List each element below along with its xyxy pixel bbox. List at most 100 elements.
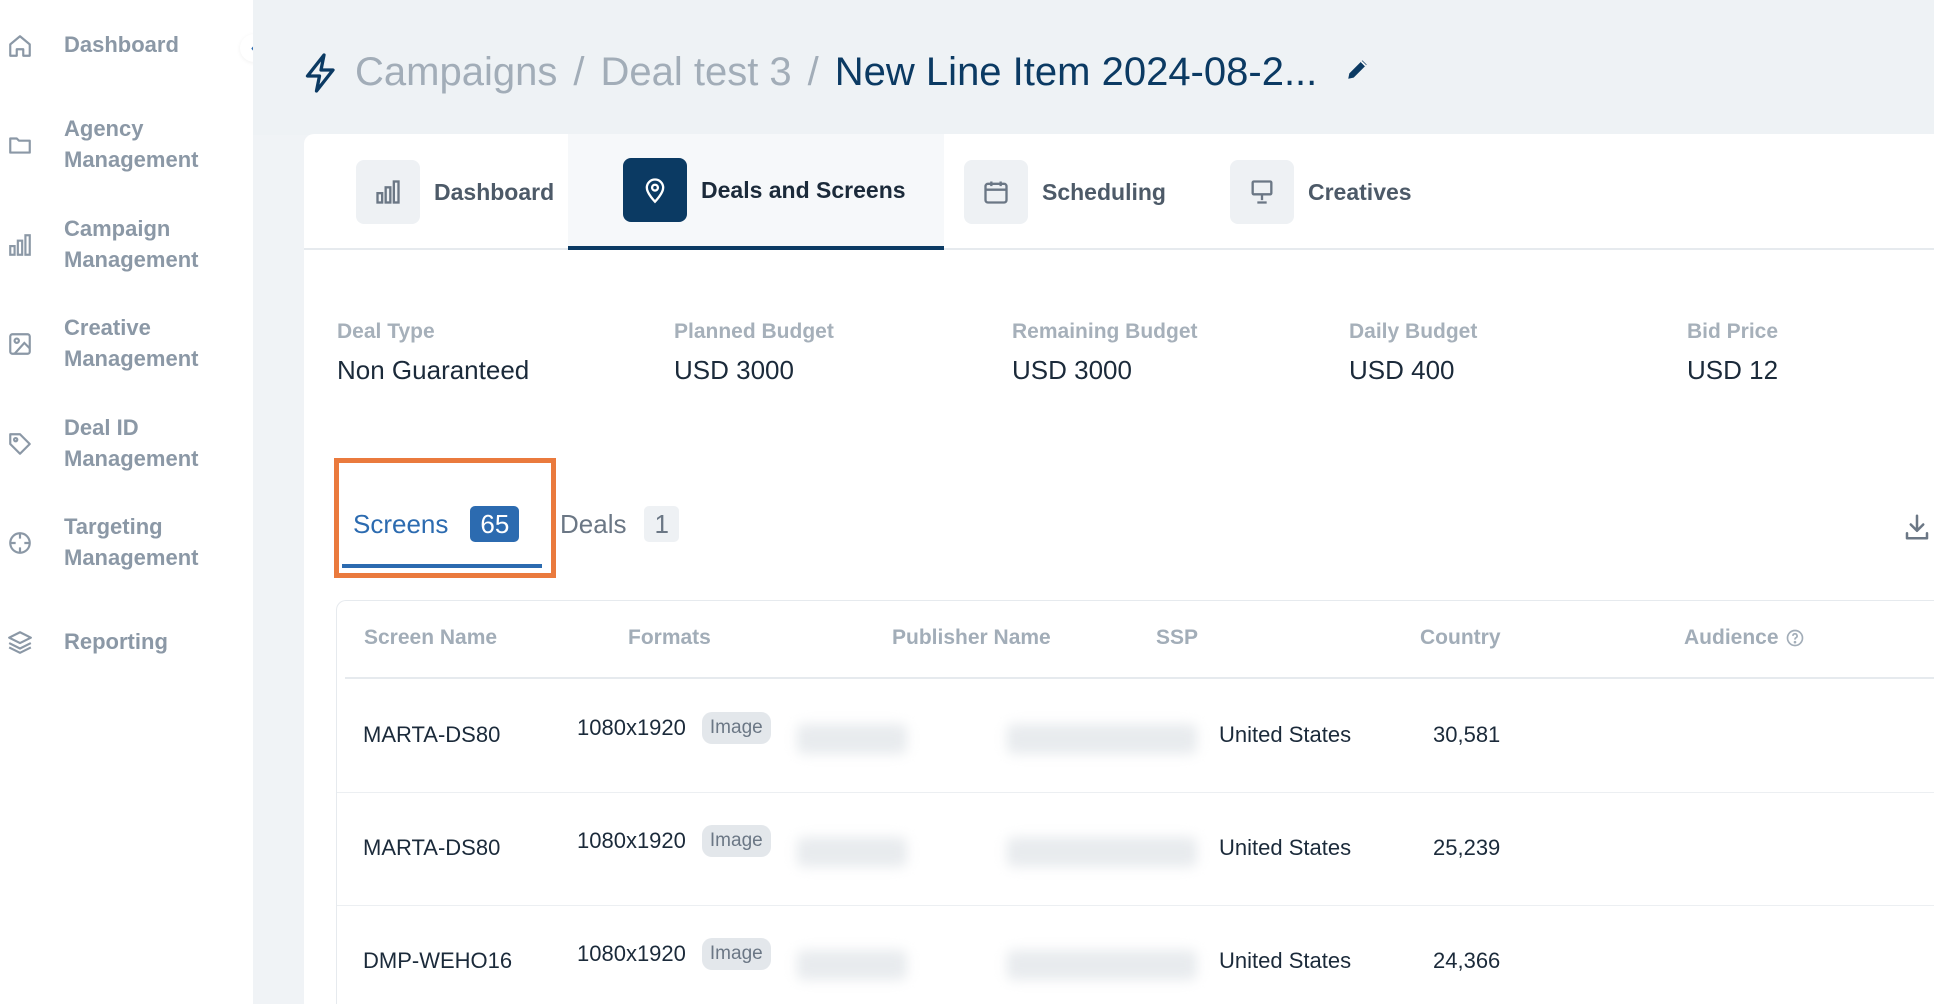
breadcrumb-separator: / xyxy=(573,50,585,94)
column-header-screen-name[interactable]: Screen Name xyxy=(364,626,497,650)
sidebar-item-reporting[interactable]: Reporting xyxy=(0,624,253,660)
sidebar-item-agency-management[interactable]: Agency Management xyxy=(0,114,253,176)
format-value: 1080x1920 xyxy=(577,941,686,966)
summary-remaining-budget: Remaining Budget USD 3000 xyxy=(1012,318,1198,386)
summary-label: Remaining Budget xyxy=(1012,320,1198,343)
table-row[interactable]: MARTA-DS80 1080x1920 Image United States… xyxy=(337,793,1934,906)
ssp-cell-redacted xyxy=(1007,950,1197,980)
help-icon[interactable] xyxy=(1785,628,1805,648)
main-tabs: Dashboard Deals and Screens Scheduling C… xyxy=(304,134,1934,250)
breadcrumb-campaigns[interactable]: Campaigns xyxy=(355,48,557,96)
format-value: 1080x1920 xyxy=(577,828,686,853)
column-header-publisher-name[interactable]: Publisher Name xyxy=(892,626,1051,650)
summary-value: USD 12 xyxy=(1687,355,1779,385)
summary-value: USD 3000 xyxy=(1012,355,1132,385)
column-header-formats[interactable]: Formats xyxy=(628,626,711,650)
sidebar: Dashboard Agency Management Campaign Man… xyxy=(0,0,253,1004)
sidebar-item-label: Dashboard xyxy=(64,32,179,57)
active-subtab-underline xyxy=(342,564,542,568)
column-header-country[interactable]: Country xyxy=(1420,626,1501,650)
monitor-icon xyxy=(1230,160,1294,224)
screen-name-cell: MARTA-DS80 xyxy=(363,722,501,747)
deals-count-badge: 1 xyxy=(644,506,679,542)
sidebar-item-label: Campaign xyxy=(64,216,171,241)
subtab-screens[interactable]: Screens 65 xyxy=(353,506,520,542)
summary-label: Daily Budget xyxy=(1349,320,1478,343)
layers-icon xyxy=(4,626,36,658)
audience-cell: 24,366 xyxy=(1433,948,1501,973)
edit-title-icon[interactable] xyxy=(1345,56,1371,87)
publisher-name-cell-redacted xyxy=(797,950,907,980)
sidebar-item-targeting-management[interactable]: Targeting Management xyxy=(0,512,253,574)
summary-daily-budget: Daily Budget USD 400 xyxy=(1349,318,1477,386)
summary-deal-type: Deal Type Non Guaranteed xyxy=(337,318,529,386)
bolt-icon xyxy=(303,52,339,99)
tab-label: Deals and Screens xyxy=(701,176,906,203)
summary-planned-budget: Planned Budget USD 3000 xyxy=(674,318,834,386)
column-header-ssp[interactable]: SSP xyxy=(1156,626,1198,650)
download-icon[interactable] xyxy=(1902,512,1932,547)
page-header: Campaigns / Deal test 3 / New Line Item … xyxy=(253,0,1934,135)
sidebar-item-label: Targeting xyxy=(64,514,163,539)
sidebar-item-creative-management[interactable]: Creative Management xyxy=(0,313,253,375)
sidebar-item-campaign-management[interactable]: Campaign Management xyxy=(0,214,253,276)
formats-cell: 1080x1920 Image xyxy=(577,712,771,744)
summary-value: USD 400 xyxy=(1349,355,1455,385)
table-row[interactable]: DMP-WEHO16 1080x1920 Image United States… xyxy=(337,906,1934,1004)
tag-icon xyxy=(4,428,36,460)
screens-count-badge: 65 xyxy=(470,506,520,542)
ssp-cell-redacted xyxy=(1007,837,1197,867)
bar-chart-icon xyxy=(4,229,36,261)
sidebar-item-label: Reporting xyxy=(64,629,168,654)
table-row[interactable]: MARTA-DS80 1080x1920 Image United States… xyxy=(337,680,1934,793)
summary-label: Deal Type xyxy=(337,320,435,343)
subtab-deals[interactable]: Deals 1 xyxy=(560,506,679,542)
breadcrumb: Campaigns / Deal test 3 / New Line Item … xyxy=(355,48,1317,96)
country-cell: United States xyxy=(1219,835,1352,860)
country-cell: United States xyxy=(1219,948,1352,973)
audience-cell: 25,239 xyxy=(1433,835,1501,860)
ssp-cell-redacted xyxy=(1007,724,1197,754)
formats-cell: 1080x1920 Image xyxy=(577,825,771,857)
summary-value: USD 3000 xyxy=(674,355,794,385)
tab-creatives[interactable]: Creatives xyxy=(1230,134,1412,250)
summary-value: Non Guaranteed xyxy=(337,355,530,385)
sidebar-item-deal-id-management[interactable]: Deal ID Management xyxy=(0,413,253,475)
country-cell: United States xyxy=(1219,722,1352,747)
formats-cell: 1080x1920 Image xyxy=(577,938,771,970)
table-header: Screen Name Formats Publisher Name SSP C… xyxy=(345,601,1934,679)
bar-chart-icon xyxy=(356,160,420,224)
breadcrumb-separator: / xyxy=(807,50,819,94)
sidebar-item-label: Deal ID xyxy=(64,415,139,440)
sidebar-item-label: Management xyxy=(64,147,199,172)
format-value: 1080x1920 xyxy=(577,715,686,740)
screen-name-cell: MARTA-DS80 xyxy=(363,835,501,860)
format-type-badge: Image xyxy=(701,825,771,857)
sidebar-item-label: Management xyxy=(64,446,199,471)
line-item-card: Dashboard Deals and Screens Scheduling C… xyxy=(304,134,1934,1004)
summary-label: Bid Price xyxy=(1687,320,1779,343)
map-pin-icon xyxy=(623,158,687,222)
sidebar-item-label: Management xyxy=(64,247,199,272)
tab-label: Creatives xyxy=(1308,178,1412,205)
format-type-badge: Image xyxy=(701,938,771,970)
column-header-audience[interactable]: Audience xyxy=(1684,626,1805,650)
breadcrumb-deal[interactable]: Deal test 3 xyxy=(600,48,791,96)
summary-label: Planned Budget xyxy=(674,320,834,343)
tab-dashboard[interactable]: Dashboard xyxy=(356,134,554,250)
audience-cell: 30,581 xyxy=(1433,722,1501,747)
sidebar-item-label: Management xyxy=(64,346,199,371)
format-type-badge: Image xyxy=(701,712,771,744)
tab-label: Dashboard xyxy=(434,178,555,205)
sidebar-item-label: Agency xyxy=(64,116,144,141)
tab-label: Scheduling xyxy=(1042,178,1166,205)
folder-icon xyxy=(4,129,36,161)
home-icon xyxy=(4,30,36,62)
tab-deals-and-screens[interactable]: Deals and Screens xyxy=(568,134,944,250)
sidebar-item-label: Creative xyxy=(64,315,151,340)
tab-scheduling[interactable]: Scheduling xyxy=(964,134,1166,250)
calendar-icon xyxy=(964,160,1028,224)
page-title: New Line Item 2024-08-2... xyxy=(834,50,1318,94)
sidebar-item-dashboard[interactable]: Dashboard xyxy=(0,28,253,64)
screens-table: Screen Name Formats Publisher Name SSP C… xyxy=(336,600,1934,1004)
